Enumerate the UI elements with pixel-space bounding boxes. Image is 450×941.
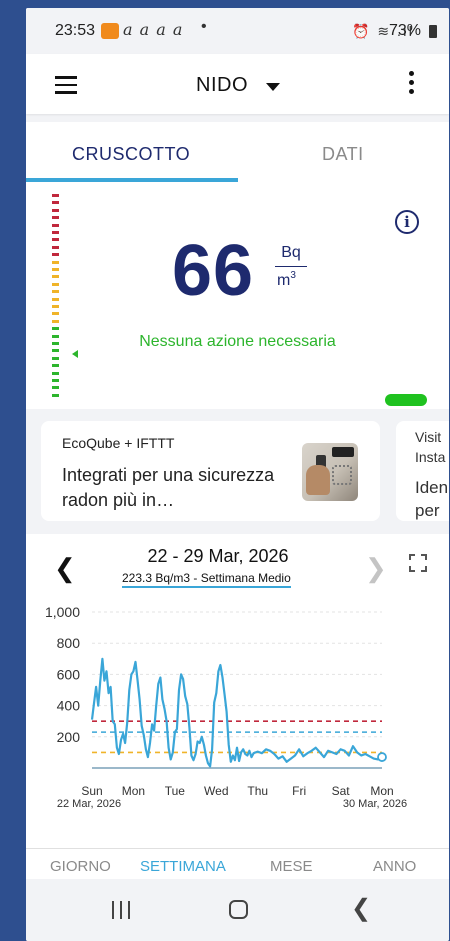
- scale-tick: [52, 231, 59, 234]
- app-screen: 23:53 a a a a • ⏰ ≋ .ıl 73% NIDO CRUSCOT…: [26, 8, 449, 941]
- scale-tick: [52, 253, 59, 257]
- scale-tick: [52, 208, 59, 212]
- unit-fraction-line: [275, 266, 307, 267]
- radon-value: 66: [172, 231, 255, 311]
- back-icon[interactable]: ❮: [351, 897, 371, 921]
- promo-body: Integrati per una sicurezza radon più in…: [62, 465, 275, 510]
- promo-card-visit[interactable]: Visit Insta Iden per: [396, 421, 449, 521]
- unit-denominator: m3: [277, 270, 296, 289]
- scale-tick: [52, 238, 59, 242]
- x-tick-label: Mon: [122, 784, 145, 798]
- scale-tick: [52, 371, 59, 375]
- scale-tick: [52, 216, 59, 220]
- x-tick-label: Sun: [81, 784, 102, 798]
- scale-tick: [52, 327, 59, 331]
- promo-line: Visit: [415, 429, 442, 445]
- y-tick-label: 200: [57, 729, 81, 745]
- status-message: Nessuna azione necessaria: [139, 333, 336, 350]
- scale-tick: [52, 305, 59, 308]
- status-time: 23:53: [55, 22, 96, 39]
- recent-apps-icon[interactable]: [112, 901, 132, 919]
- scale-tick: [52, 223, 59, 227]
- x-tick-label: Sat: [332, 784, 351, 798]
- scale-tick: [52, 356, 59, 360]
- app-toolbar: NIDO: [26, 54, 449, 114]
- x-tick-label: Mon: [370, 784, 393, 798]
- promo-line: Iden: [415, 478, 449, 497]
- y-tick-label: 1,000: [45, 604, 80, 620]
- range-giorno[interactable]: GIORNO: [50, 858, 111, 875]
- history-chart-card: ❮ 22 - 29 Mar, 2026 223.3 Bq/m3 - Settim…: [26, 534, 449, 848]
- scale-tick: [52, 268, 59, 271]
- status-bar: 23:53 a a a a • ⏰ ≋ .ıl 73%: [26, 8, 449, 54]
- y-tick-label: 800: [57, 635, 81, 651]
- system-nav-bar: ❮: [26, 879, 449, 941]
- radon-gauge-card: i 66 Bq m3 Nessuna azione necessaria: [26, 182, 449, 409]
- more-vert-icon[interactable]: [407, 71, 415, 99]
- notification-app-icon: [101, 23, 119, 39]
- promo-card-ifttt[interactable]: EcoQube + IFTTT Integrati per una sicure…: [41, 421, 380, 521]
- battery-percentage: 73%: [389, 22, 422, 39]
- scale-tick: [52, 319, 59, 323]
- chevron-down-icon[interactable]: [266, 83, 280, 91]
- last-point-marker: [377, 752, 387, 762]
- scale-tick: [52, 275, 59, 279]
- promo-title: EcoQube + IFTTT: [62, 435, 175, 451]
- x-tick-sublabel: 30 Mar, 2026: [343, 798, 407, 810]
- x-tick-label: Fri: [292, 784, 306, 798]
- x-tick-label: Tue: [165, 784, 186, 798]
- scale-tick: [52, 245, 59, 249]
- chevron-right-icon[interactable]: ❯: [365, 555, 387, 581]
- notification-icons: a a a a: [123, 20, 184, 39]
- level-scale: [52, 194, 62, 404]
- scale-tick: [52, 393, 59, 397]
- scale-tick: [52, 282, 59, 286]
- radon-history-chart[interactable]: 1,000800600400200Sun22 Mar, 2026Mon Tue We…: [26, 594, 449, 848]
- status-indicator-pill: [385, 394, 427, 406]
- status-dot: •: [201, 18, 207, 35]
- device-selector-title[interactable]: NIDO: [196, 74, 248, 97]
- promo-line: Insta: [415, 449, 446, 465]
- x-tick-label: Wed: [204, 784, 228, 798]
- y-tick-label: 600: [57, 666, 81, 682]
- main-tabs: CRUSCOTTO DATI: [26, 122, 449, 182]
- promo-line: per: [415, 501, 440, 520]
- tab-dati[interactable]: DATI: [322, 144, 364, 165]
- range-tabs: GIORNO SETTIMANA MESE ANNO: [26, 848, 449, 879]
- scale-tick: [52, 364, 59, 368]
- scale-tick: [52, 201, 59, 205]
- tab-cruscotto[interactable]: CRUSCOTTO: [72, 144, 190, 165]
- scale-tick: [52, 379, 59, 382]
- x-tick-label: Thu: [247, 784, 268, 798]
- menu-icon[interactable]: [55, 76, 77, 94]
- info-icon[interactable]: i: [395, 210, 419, 234]
- range-settimana[interactable]: SETTIMANA: [140, 858, 226, 875]
- ifttt-product-image: [302, 443, 358, 501]
- range-anno[interactable]: ANNO: [373, 858, 416, 875]
- expand-icon[interactable]: [409, 554, 427, 572]
- y-tick-label: 400: [57, 698, 81, 714]
- scale-tick: [52, 312, 59, 316]
- series-line: [90, 657, 383, 768]
- unit-numerator: Bq: [281, 244, 301, 261]
- range-mese[interactable]: MESE: [270, 858, 313, 875]
- average-link[interactable]: 223.3 Bq/m3 - Settimana Medio: [122, 571, 291, 588]
- period-label: 22 - 29 Mar, 2026: [147, 546, 289, 566]
- x-tick-sublabel: 22 Mar, 2026: [57, 798, 121, 810]
- battery-icon: [429, 25, 437, 38]
- scale-tick: [52, 290, 59, 294]
- home-icon[interactable]: [229, 900, 248, 919]
- scale-tick: [52, 297, 59, 301]
- scale-tick: [52, 194, 59, 197]
- level-marker-icon: [72, 350, 78, 358]
- scale-tick: [52, 386, 59, 390]
- scale-tick: [52, 260, 59, 264]
